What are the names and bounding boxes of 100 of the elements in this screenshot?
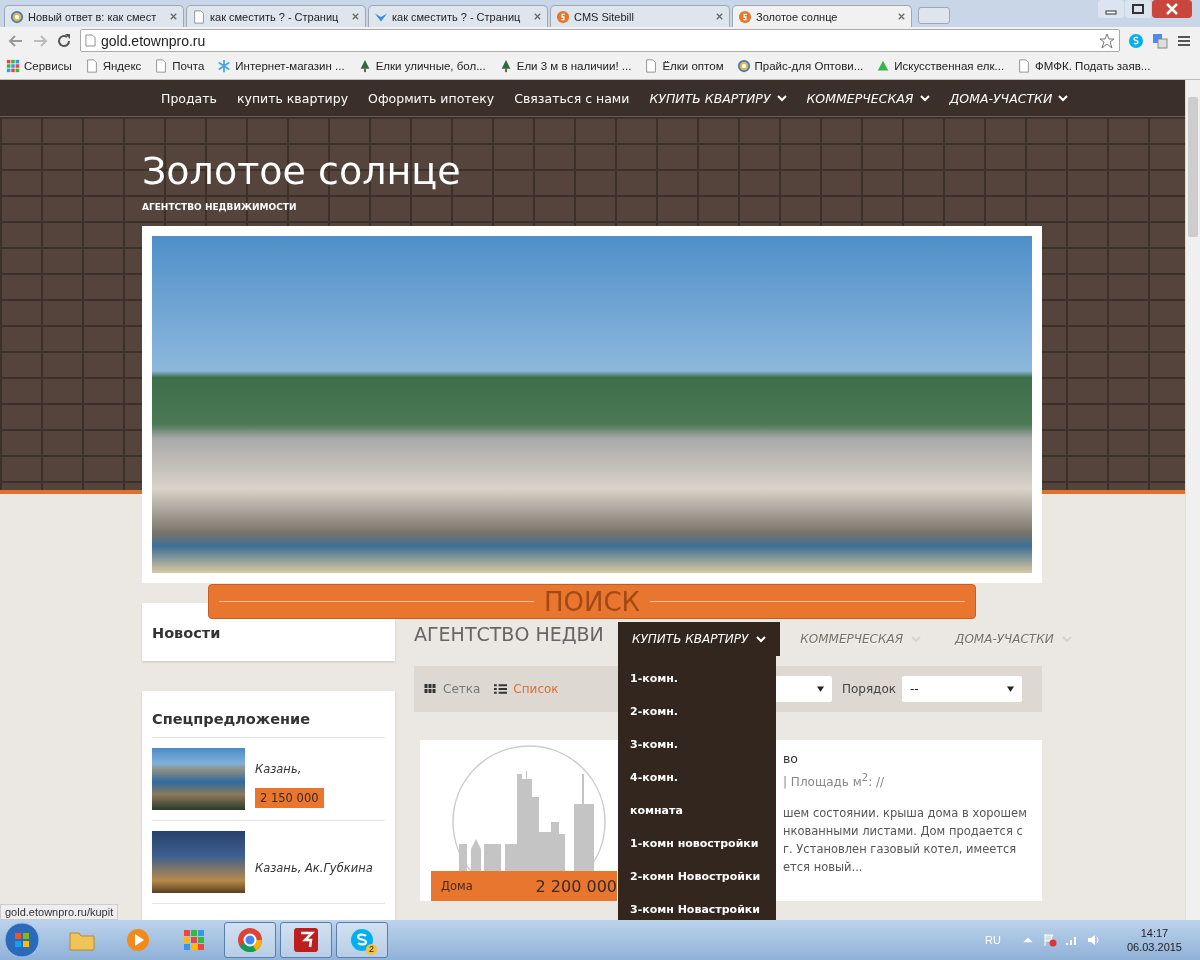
circle-icon [556, 9, 570, 24]
close-icon[interactable] [169, 12, 178, 21]
taskbar-button[interactable]: 2 [336, 922, 388, 958]
chevron-icon [756, 635, 767, 643]
address-field[interactable]: gold.etownpro.ru [80, 29, 1120, 52]
order-label: Порядок [841, 682, 896, 696]
page-icon [85, 34, 96, 47]
menu-item[interactable]: 2-комн. [618, 695, 776, 728]
browser-tab[interactable]: Новый ответ в: как смест [4, 5, 184, 27]
nav-link[interactable]: ДОМА-УЧАСТКИ [941, 86, 1077, 110]
order-dropdown[interactable]: -- [902, 676, 1022, 702]
taskbar-button[interactable] [280, 922, 332, 958]
card-title: Новости [152, 625, 221, 641]
page-icon [192, 9, 206, 24]
bookmark[interactable]: Интернет-магазин ... [217, 59, 345, 73]
chrome-icon [236, 926, 264, 954]
listing-price: 2 200 000 [535, 876, 617, 896]
bookmark[interactable]: ФМФК. Подать заяв... [1017, 59, 1151, 73]
back-icon[interactable] [8, 32, 24, 49]
close-icon[interactable] [715, 12, 724, 21]
bookmark[interactable]: Ели 3 м в наличии! ... [498, 59, 632, 73]
photo-placeholder[interactable] [152, 831, 245, 893]
close-icon[interactable] [897, 12, 906, 21]
skype-icon [348, 926, 376, 954]
nav-link[interactable]: купить квартиру [228, 86, 357, 110]
bookmark[interactable]: Ёлки оптом [644, 59, 724, 73]
scrollbar[interactable] [1185, 80, 1200, 920]
offer-location[interactable]: Казань, Ак.Губкина [255, 861, 373, 875]
bookmark[interactable]: Почта [154, 59, 205, 73]
bookmark[interactable]: Елки уличные, бол... [357, 59, 486, 73]
nav-link[interactable]: КУПИТЬ КВАРТИРУ [618, 622, 781, 656]
menu-item[interactable]: 3-комн Новастройки [618, 893, 776, 920]
translate-icon[interactable] [1152, 32, 1168, 49]
list-icon [494, 684, 508, 694]
nav-link[interactable]: КОММЕРЧЕСКАЯ [798, 86, 938, 110]
chevron-icon [776, 94, 787, 102]
circle-icon [738, 9, 752, 24]
new-tab-button[interactable] [918, 7, 950, 24]
browser-tab[interactable]: Золотое солнце [732, 5, 912, 27]
menu-item[interactable]: 4-комн. [618, 761, 776, 794]
site-subtitle: АГЕНТСТВО НЕДВИЖИМОСТИ [142, 201, 298, 214]
menu-item[interactable]: комната [618, 794, 776, 827]
page-icon [1017, 59, 1032, 73]
description-line: шем состоянии. крыша дома в хорошем [783, 805, 1027, 822]
menu-item[interactable]: 2-комн Новостройки [618, 860, 776, 893]
menu-item[interactable]: 1-комн. [618, 662, 776, 695]
chevron-icon [1058, 94, 1069, 102]
restore-icon[interactable] [1125, 0, 1151, 18]
page-icon [644, 59, 659, 73]
notification-badge: 2 [366, 944, 377, 955]
property-type: Дома [441, 879, 473, 893]
section-heading: АГЕНТСТВО НЕДВИ [414, 622, 604, 647]
nav-link[interactable]: КУПИТЬ КВАРТИРУ [641, 86, 795, 110]
bookmark[interactable]: Сервисы [6, 59, 72, 73]
triangle-icon [876, 59, 891, 73]
menu-item[interactable]: 3-комн. [618, 728, 776, 761]
price-tag: 2 150 000 [255, 788, 324, 808]
bookmark[interactable]: Искусственная елк... [876, 59, 1005, 73]
description-line: нкованными листами. Дом продается с [783, 823, 1023, 840]
browser-tab[interactable]: CMS Sitebill [550, 5, 730, 27]
bookmark[interactable]: Прайс-для Оптови... [736, 59, 864, 73]
nav-link[interactable]: КОММЕРЧЕСКАЯ [786, 622, 935, 656]
reload-icon[interactable] [56, 32, 72, 49]
browser-tab[interactable]: как сместить ? - Страниц [368, 5, 548, 27]
close-icon[interactable] [1152, 0, 1192, 18]
grid-icon [424, 684, 437, 694]
card-title: Спецпредложение [152, 711, 385, 738]
close-icon[interactable] [351, 12, 360, 21]
close-icon[interactable] [533, 12, 542, 21]
grid-icon [6, 59, 20, 73]
play-icon [124, 926, 152, 954]
filezilla-icon [292, 926, 320, 954]
site-title: Золотое солнце [142, 148, 462, 195]
menu-item[interactable]: 1-комн новостройки [618, 827, 776, 860]
browser-tab[interactable]: как сместить ? - Страниц [186, 5, 366, 27]
skype-icon[interactable] [1128, 32, 1144, 49]
description-line: г. Установлен газовый котел, имеется [783, 841, 1017, 858]
scrollbar-thumb[interactable] [1188, 97, 1198, 237]
caret-icon [1007, 686, 1014, 692]
offer-location[interactable]: Казань, [255, 762, 302, 776]
bookmark[interactable]: Яндекс [84, 59, 142, 73]
star-icon[interactable] [1099, 32, 1115, 49]
taskbar-button[interactable] [224, 922, 276, 958]
chevron-icon [919, 94, 930, 102]
start-button[interactable] [4, 922, 40, 958]
clock[interactable]: 14:17 06.03.2015 [1126, 926, 1182, 954]
listing-title[interactable]: во [783, 750, 798, 768]
snowflake-icon [217, 59, 232, 73]
nav-link[interactable]: Продать [153, 86, 225, 110]
flag-icon[interactable] [1042, 933, 1057, 947]
nav-link[interactable]: Оформить ипотеку [360, 86, 503, 110]
caret-icon [816, 686, 824, 692]
description-line: ется новый... [783, 859, 863, 876]
status-url: gold.etownpro.ru/kupit [0, 904, 119, 920]
photo-placeholder[interactable] [152, 748, 245, 810]
page-icon [84, 59, 99, 73]
page-icon [154, 59, 169, 73]
nav-link[interactable]: Связаться с нами [506, 86, 638, 110]
volume-icon[interactable] [1086, 933, 1101, 947]
nav-link[interactable]: ДОМА-УЧАСТКИ [941, 622, 1086, 656]
